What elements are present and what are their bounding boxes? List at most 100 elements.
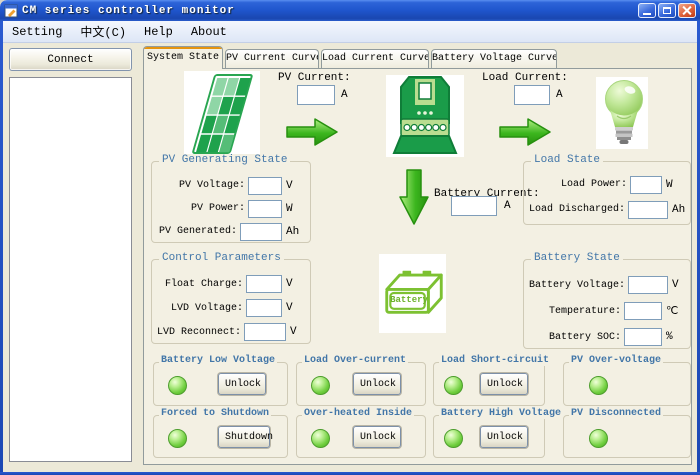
- load-current-unit: A: [556, 89, 563, 101]
- minimize-button[interactable]: [638, 3, 656, 18]
- battery-state-group: Battery State Battery Voltage:V Temperat…: [523, 259, 691, 349]
- menu-about[interactable]: About: [182, 23, 236, 41]
- lvd-reconnect-input[interactable]: [244, 323, 286, 341]
- pv-disconnected-title: PV Disconnected: [569, 408, 663, 419]
- forced-to-shutdown-button[interactable]: Shutdown: [218, 426, 270, 448]
- lvd-voltage-input[interactable]: [246, 299, 282, 317]
- pv-generated-unit: Ah: [282, 226, 304, 238]
- pv-disconnected-led: [589, 429, 608, 448]
- battery-state-title: Battery State: [531, 252, 623, 264]
- close-button[interactable]: [678, 3, 696, 18]
- system-state-panel: PV Current: A: [143, 68, 692, 465]
- pv-voltage-label: PV Voltage:: [157, 180, 248, 191]
- over-heated-inside-unlock-button[interactable]: Unlock: [353, 426, 401, 448]
- menu-setting[interactable]: Setting: [3, 23, 71, 41]
- float-charge-input[interactable]: [246, 275, 282, 293]
- pv-over-voltage-group: PV Over-voltage: [563, 362, 691, 406]
- load-short-circuit-title: Load Short-circuit: [439, 355, 551, 366]
- load-state-group: Load State Load Power:W Load Discharged:…: [523, 161, 691, 225]
- titlebar: CM series controller monitor: [0, 0, 700, 21]
- battery-current-unit: A: [504, 200, 511, 212]
- pv-over-voltage-title: PV Over-voltage: [569, 355, 663, 366]
- control-parameters-title: Control Parameters: [159, 252, 284, 264]
- load-short-circuit-led: [444, 376, 463, 395]
- battery-voltage-unit: V: [668, 279, 684, 291]
- forced-to-shutdown-title: Forced to Shutdown: [159, 408, 271, 419]
- load-over-current-unlock-button[interactable]: Unlock: [353, 373, 401, 395]
- battery-high-voltage-group: Battery High Voltage Unlock: [433, 415, 545, 458]
- load-over-current-led: [311, 376, 330, 395]
- pv-over-voltage-led: [589, 376, 608, 395]
- pv-power-label: PV Power:: [157, 203, 248, 214]
- over-heated-inside-led: [311, 429, 330, 448]
- menu-help[interactable]: Help: [135, 23, 182, 41]
- battery-voltage-input[interactable]: [628, 276, 668, 294]
- battery-voltage-label: Battery Voltage:: [529, 280, 628, 291]
- tab-pv-current-curve[interactable]: PV Current Curve: [225, 49, 319, 68]
- battery-low-voltage-led: [168, 376, 187, 395]
- forced-to-shutdown-led: [168, 429, 187, 448]
- battery-current-input[interactable]: [451, 196, 497, 216]
- load-discharged-unit: Ah: [668, 204, 685, 216]
- battery-soc-unit: %: [662, 331, 684, 343]
- float-charge-label: Float Charge:: [157, 279, 246, 290]
- temperature-unit: ℃: [662, 304, 684, 318]
- load-over-current-title: Load Over-current: [302, 355, 408, 366]
- pv-power-input[interactable]: [248, 200, 282, 218]
- load-power-label: Load Power:: [529, 179, 630, 190]
- light-bulb-icon: [601, 79, 647, 147]
- pv-voltage-unit: V: [282, 180, 304, 192]
- tab-battery-voltage-curve[interactable]: Battery Voltage Curve: [431, 49, 557, 68]
- load-power-input[interactable]: [630, 176, 662, 194]
- lvd-voltage-unit: V: [282, 302, 304, 314]
- battery-high-voltage-title: Battery High Voltage: [439, 408, 563, 419]
- pv-current-unit: A: [341, 89, 348, 101]
- pv-generated-label: PV Generated:: [157, 226, 240, 237]
- battery-high-voltage-unlock-button[interactable]: Unlock: [480, 426, 528, 448]
- connect-button[interactable]: Connect: [9, 48, 132, 71]
- over-heated-inside-title: Over-heated Inside: [302, 408, 414, 419]
- load-current-input[interactable]: [514, 85, 550, 105]
- solar-panel-icon: [189, 72, 255, 156]
- arrow-down-icon: [399, 169, 429, 226]
- pv-generating-state-title: PV Generating State: [159, 154, 290, 166]
- pv-voltage-input[interactable]: [248, 177, 282, 195]
- pv-power-unit: W: [282, 203, 304, 215]
- window-title: CM series controller monitor: [22, 5, 636, 17]
- battery-image: Battery: [379, 254, 446, 333]
- pv-disconnected-group: PV Disconnected: [563, 415, 691, 458]
- pv-current-input[interactable]: [297, 85, 335, 105]
- lvd-reconnect-unit: V: [286, 326, 304, 338]
- battery-low-voltage-group: Battery Low Voltage Unlock: [153, 362, 288, 406]
- window-border-left: [0, 21, 3, 475]
- load-short-circuit-group: Load Short-circuit Unlock: [433, 362, 545, 406]
- tab-system-state[interactable]: System State: [143, 46, 223, 69]
- maximize-button[interactable]: [658, 3, 676, 18]
- battery-low-voltage-title: Battery Low Voltage: [159, 355, 277, 366]
- controller-image: [386, 75, 464, 157]
- pv-current-label: PV Current:: [278, 72, 351, 84]
- battery-low-voltage-unlock-button[interactable]: Unlock: [218, 373, 266, 395]
- over-heated-inside-group: Over-heated Inside Unlock: [296, 415, 426, 458]
- battery-soc-label: Battery SOC:: [529, 332, 624, 343]
- control-parameters-group: Control Parameters Float Charge:V LVD Vo…: [151, 259, 311, 344]
- load-discharged-label: Load Discharged:: [529, 204, 628, 215]
- lvd-reconnect-label: LVD Reconnect:: [157, 327, 244, 338]
- lvd-voltage-label: LVD Voltage:: [157, 303, 246, 314]
- temperature-input[interactable]: [624, 302, 662, 320]
- battery-soc-input[interactable]: [624, 328, 662, 346]
- float-charge-unit: V: [282, 278, 304, 290]
- bulb-image: [596, 77, 648, 149]
- arrow-right-icon: [499, 118, 551, 146]
- load-discharged-input[interactable]: [628, 201, 668, 219]
- temperature-label: Temperature:: [529, 306, 624, 317]
- forced-to-shutdown-group: Forced to Shutdown Shutdown: [153, 415, 288, 458]
- menu-language[interactable]: 中文(C): [71, 21, 135, 42]
- device-listbox[interactable]: [9, 77, 132, 462]
- load-short-circuit-unlock-button[interactable]: Unlock: [480, 373, 528, 395]
- tab-load-current-curve[interactable]: Load Current Curve: [321, 49, 429, 68]
- pv-generated-input[interactable]: [240, 223, 282, 241]
- battery-icon: [381, 262, 447, 324]
- battery-high-voltage-led: [444, 429, 463, 448]
- load-state-title: Load State: [531, 154, 603, 166]
